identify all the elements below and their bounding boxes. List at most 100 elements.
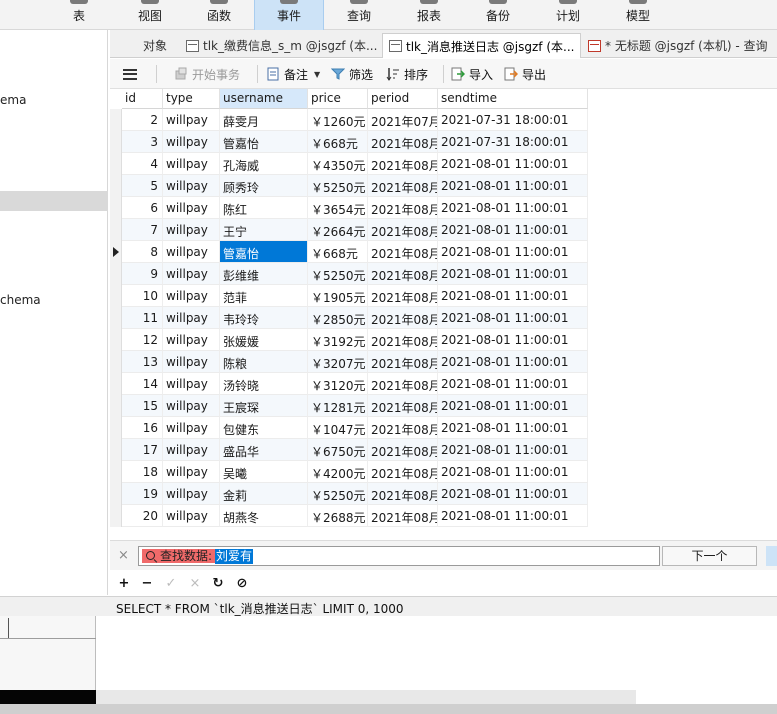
cell-type[interactable]: willpay	[163, 219, 220, 241]
cell-id[interactable]: 12	[122, 329, 163, 351]
cell-sendtime[interactable]: 2021-08-01 11:00:01	[438, 329, 588, 351]
cell-username[interactable]: 管嘉怡	[220, 131, 308, 153]
cell-price[interactable]: ￥1281元	[308, 395, 368, 417]
table-row[interactable]: 15 willpay 王宸琛 ￥1281元 2021年08月 2021-08-01 11:…	[110, 395, 588, 417]
cell-sendtime[interactable]: 2021-08-01 11:00:01	[438, 395, 588, 417]
table-row[interactable]: 16 willpay 包健东 ￥1047元 2021年08月 2021-08-01 11:…	[110, 417, 588, 439]
table-row[interactable]: 11 willpay 韦玲玲 ￥2850元 2021年08月 2021-08-01 11:…	[110, 307, 588, 329]
tab-untitled-query[interactable]: * 无标题 @jsgzf (本机) - 查询	[582, 33, 777, 58]
cell-id[interactable]: 4	[122, 153, 163, 175]
cell-period[interactable]: 2021年08月	[368, 505, 438, 527]
cell-sendtime[interactable]: 2021-08-01 11:00:01	[438, 219, 588, 241]
cell-sendtime[interactable]: 2021-08-01 11:00:01	[438, 263, 588, 285]
table-row[interactable]: 3 willpay 管嘉怡 ￥668元 2021年08月 2021-07-31 18:00…	[110, 131, 588, 153]
add-record-icon[interactable]: +	[116, 576, 132, 592]
cell-id[interactable]: 6	[122, 197, 163, 219]
data-grid[interactable]: id type username price period sendtime 2 willp…	[110, 89, 777, 529]
cell-period[interactable]: 2021年08月	[368, 285, 438, 307]
cell-price[interactable]: ￥2850元	[308, 307, 368, 329]
cell-type[interactable]: willpay	[163, 417, 220, 439]
cell-type[interactable]: willpay	[163, 175, 220, 197]
cell-id[interactable]: 11	[122, 307, 163, 329]
cell-sendtime[interactable]: 2021-07-31 18:00:01	[438, 131, 588, 153]
cell-username[interactable]: 包健东	[220, 417, 308, 439]
cell-id[interactable]: 16	[122, 417, 163, 439]
cell-id[interactable]: 9	[122, 263, 163, 285]
cell-sendtime[interactable]: 2021-08-01 11:00:01	[438, 153, 588, 175]
table-row[interactable]: 9 willpay 彭维维 ￥5250元 2021年08月 2021-08-01 11:0…	[110, 263, 588, 285]
cell-period[interactable]: 2021年08月	[368, 329, 438, 351]
cell-sendtime[interactable]: 2021-08-01 11:00:01	[438, 461, 588, 483]
table-row[interactable]: 17 willpay 盛品华 ￥6750元 2021年08月 2021-08-01 11:…	[110, 439, 588, 461]
cell-type[interactable]: willpay	[163, 351, 220, 373]
cell-username[interactable]: 吴曦	[220, 461, 308, 483]
cell-sendtime[interactable]: 2021-08-01 11:00:01	[438, 439, 588, 461]
cell-id[interactable]: 18	[122, 461, 163, 483]
ribbon-button[interactable]: 计划	[533, 0, 603, 30]
cell-type[interactable]: willpay	[163, 197, 220, 219]
cell-type[interactable]: willpay	[163, 109, 220, 131]
ribbon-button[interactable]: 备份	[463, 0, 533, 30]
cell-period[interactable]: 2021年08月	[368, 241, 438, 263]
cell-username[interactable]: 盛品华	[220, 439, 308, 461]
find-input[interactable]: 查找数据: 刘爱有	[138, 546, 680, 566]
begin-transaction-button[interactable]: 开始事务	[174, 65, 240, 83]
cell-username[interactable]: 汤铃晓	[220, 373, 308, 395]
cell-type[interactable]: willpay	[163, 439, 220, 461]
cell-id[interactable]: 5	[122, 175, 163, 197]
find-next-button[interactable]: 下一个	[662, 546, 757, 566]
delete-record-icon[interactable]: −	[139, 576, 155, 592]
cell-price[interactable]: ￥6750元	[308, 439, 368, 461]
nav-item-schema-2[interactable]: chema	[0, 293, 41, 307]
cell-price[interactable]: ￥1047元	[308, 417, 368, 439]
cell-period[interactable]: 2021年08月	[368, 153, 438, 175]
ribbon-button[interactable]: 模型	[603, 0, 673, 30]
cell-type[interactable]: willpay	[163, 461, 220, 483]
cell-username[interactable]: 孔海威	[220, 153, 308, 175]
cell-id[interactable]: 17	[122, 439, 163, 461]
table-row[interactable]: 19 willpay 金莉 ￥5250元 2021年08月 2021-08-01 11:0…	[110, 483, 588, 505]
ribbon-button[interactable]: 表	[44, 0, 114, 30]
table-row[interactable]: 7 willpay 王宁 ￥2664元 2021年08月 2021-08-01 11:00…	[110, 219, 588, 241]
memo-button[interactable]: 备注 ▼	[266, 65, 320, 83]
table-row[interactable]: 2 willpay 薛雯月 ￥1260元 2021年07月 2021-07-31 18:0…	[110, 109, 588, 131]
cell-price[interactable]: ￥1905元	[308, 285, 368, 307]
cell-price[interactable]: ￥5250元	[308, 263, 368, 285]
cell-period[interactable]: 2021年08月	[368, 417, 438, 439]
cell-period[interactable]: 2021年08月	[368, 351, 438, 373]
cell-username[interactable]: 范菲	[220, 285, 308, 307]
cell-price[interactable]: ￥668元	[308, 131, 368, 153]
cell-sendtime[interactable]: 2021-08-01 11:00:01	[438, 373, 588, 395]
cell-type[interactable]: willpay	[163, 505, 220, 527]
nav-selected-row[interactable]	[0, 191, 108, 211]
table-row[interactable]: 12 willpay 张媛媛 ￥3192元 2021年08月 2021-08-01 11:…	[110, 329, 588, 351]
ribbon-button[interactable]: 查询	[324, 0, 394, 30]
cell-period[interactable]: 2021年08月	[368, 483, 438, 505]
cell-period[interactable]: 2021年08月	[368, 373, 438, 395]
cell-type[interactable]: willpay	[163, 373, 220, 395]
cell-period[interactable]: 2021年07月	[368, 109, 438, 131]
tab-payment-info[interactable]: tlk_缴费信息_s_m @jsgzf (本...	[180, 33, 384, 58]
cell-sendtime[interactable]: 2021-08-01 11:00:01	[438, 483, 588, 505]
cell-username[interactable]: 张媛媛	[220, 329, 308, 351]
cell-username[interactable]: 王宸琛	[220, 395, 308, 417]
column-header-sendtime[interactable]: sendtime	[438, 89, 588, 109]
table-row[interactable]: 20 willpay 胡燕冬 ￥2688元 2021年08月 2021-08-01 11:…	[110, 505, 588, 527]
table-row[interactable]: 18 willpay 吴曦 ￥4200元 2021年08月 2021-08-01 11:0…	[110, 461, 588, 483]
cell-type[interactable]: willpay	[163, 131, 220, 153]
table-row[interactable]: 5 willpay 顾秀玲 ￥5250元 2021年08月 2021-08-01 11:0…	[110, 175, 588, 197]
cell-username[interactable]: 胡燕冬	[220, 505, 308, 527]
cell-username[interactable]: 金莉	[220, 483, 308, 505]
cell-period[interactable]: 2021年08月	[368, 461, 438, 483]
cell-type[interactable]: willpay	[163, 153, 220, 175]
discard-changes-icon[interactable]: ×	[187, 576, 203, 592]
cell-username[interactable]: 顾秀玲	[220, 175, 308, 197]
cell-sendtime[interactable]: 2021-08-01 11:00:01	[438, 505, 588, 527]
find-side-button[interactable]	[766, 546, 777, 566]
cell-price[interactable]: ￥4200元	[308, 461, 368, 483]
sort-button[interactable]: 排序	[386, 65, 428, 83]
cell-username[interactable]: 陈红	[220, 197, 308, 219]
cell-username[interactable]: 薛雯月	[220, 109, 308, 131]
cell-period[interactable]: 2021年08月	[368, 395, 438, 417]
cell-id[interactable]: 8	[122, 241, 163, 263]
